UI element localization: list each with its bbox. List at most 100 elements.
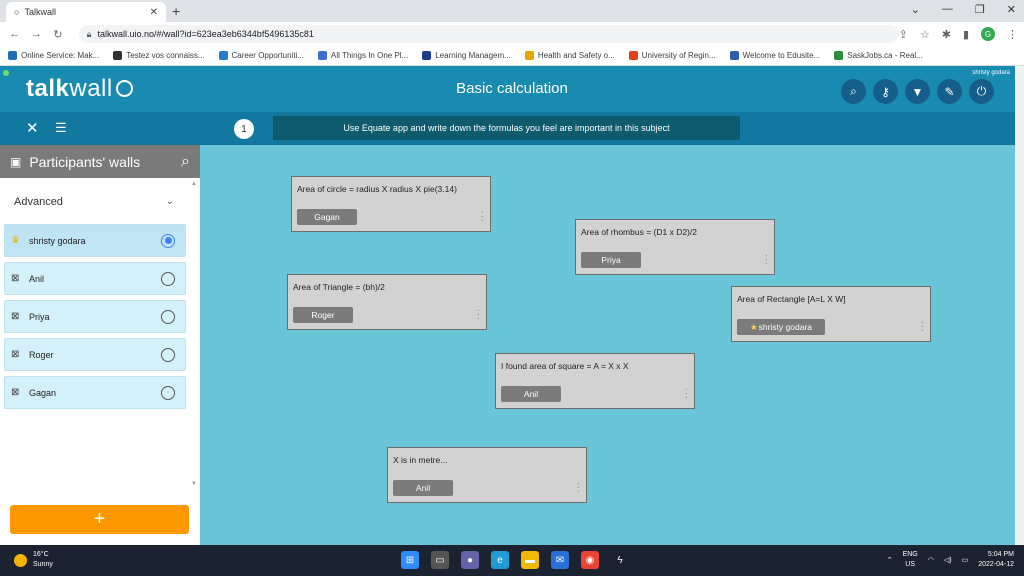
bookmark-item[interactable]: Career Opportuniti... <box>218 51 304 60</box>
weather-widget[interactable]: 16°C Sunny <box>14 550 53 570</box>
wall-note[interactable]: X is in metre... Anil · · · <box>387 447 587 503</box>
search-icon[interactable]: ⌕ <box>181 153 190 171</box>
speaker-icon[interactable]: ◁) <box>944 556 952 564</box>
new-tab-icon[interactable]: + <box>172 3 180 19</box>
forward-icon[interactable]: → <box>28 28 46 40</box>
participant-radio[interactable] <box>161 385 175 400</box>
star-icon[interactable]: ☆ <box>920 28 930 41</box>
note-author-name: Roger <box>311 310 335 320</box>
wall-note[interactable]: Area of Triangle = (bh)/2 Roger · · · <box>287 274 487 330</box>
drag-handle-icon[interactable]: · · · <box>921 318 924 336</box>
task-view-icon[interactable]: ▭ <box>431 551 449 569</box>
browser-tab[interactable]: ○ Talkwall ✕ <box>6 2 166 22</box>
bookmark-item[interactable]: Health and Safety o... <box>524 51 615 60</box>
profile-avatar[interactable]: G <box>981 27 996 41</box>
wifi-icon[interactable]: ◠ <box>928 556 934 564</box>
chevron-down-icon[interactable]: ⌄ <box>911 3 920 16</box>
restore-icon[interactable]: ❐ <box>975 3 985 16</box>
address-bar: ← → ↻ 🔒︎ talkwall.uio.no/#/wall?id=623ea… <box>0 22 1024 46</box>
wall-note[interactable]: Area of Rectangle [A=L X W] ★ shristy goda… <box>731 286 931 342</box>
note-author-tag[interactable]: Gagan <box>297 209 357 225</box>
note-author-tag[interactable]: Roger <box>293 307 353 323</box>
sidebar-header: ▣ Participants' walls ⌕ <box>0 145 200 178</box>
reload-icon[interactable]: ↻ <box>49 28 67 41</box>
zoom-icon[interactable]: ⌕ <box>841 79 866 104</box>
note-author-tag[interactable]: ★ shristy godara <box>737 319 825 335</box>
note-author-tag[interactable]: Priya <box>581 252 641 268</box>
participant-radio[interactable] <box>161 309 175 324</box>
participants-sidebar: ▣ Participants' walls ⌕ Advanced ⌄ ▲ ▼ ♛… <box>0 145 200 545</box>
page-scrollbar[interactable] <box>1015 66 1024 545</box>
user-name: shristy godara <box>972 70 1010 76</box>
bookmark-label: Welcome to Edusite... <box>742 51 821 60</box>
bookmark-item[interactable]: All Things In One Pl... <box>318 51 408 60</box>
drag-handle-icon[interactable]: · · · <box>765 251 768 269</box>
battery-icon[interactable]: ▭ <box>962 556 969 564</box>
bookmark-item[interactable]: SaskJobs.ca - Real... <box>834 51 923 60</box>
online-indicator <box>3 70 9 76</box>
drag-handle-icon[interactable]: · · · <box>577 479 580 497</box>
wall-note[interactable]: I found area of square = A = X x X Anil · ·… <box>495 353 695 409</box>
sun-icon <box>14 553 27 567</box>
sidebar-item-priya[interactable]: ⊠ Priya <box>4 300 186 333</box>
filter-dropdown[interactable]: Advanced ⌄ <box>14 196 174 208</box>
chat-icon[interactable]: ● <box>461 551 479 569</box>
chrome-icon[interactable]: ◉ <box>581 551 599 569</box>
participant-radio[interactable] <box>161 271 175 286</box>
participant-radio[interactable] <box>161 233 175 248</box>
add-message-button[interactable]: + <box>10 505 189 534</box>
share-icon[interactable]: ⇪ <box>899 28 908 41</box>
participant-radio[interactable] <box>161 347 175 362</box>
mail-icon[interactable]: ✉ <box>551 551 569 569</box>
drag-handle-icon[interactable]: · · · <box>477 306 480 324</box>
drag-handle-icon[interactable]: · · · <box>481 208 484 226</box>
bookmark-label: Testez vos connaiss... <box>126 51 205 60</box>
filter-value: Advanced <box>14 196 63 208</box>
edit-icon[interactable]: ✎ <box>937 79 962 104</box>
url-input[interactable]: 🔒︎ talkwall.uio.no/#/wall?id=623ea3eb634… <box>78 25 899 43</box>
sidebar-item-gagan[interactable]: ⊠ Gagan <box>4 376 186 409</box>
extensions-icon[interactable]: ✱ <box>942 28 951 41</box>
url-text: talkwall.uio.no/#/wall?id=623ea3eb6344bf… <box>97 29 314 39</box>
wall-note[interactable]: Area of rhombus = (D1 x D2)/2 Priya · · · <box>575 219 775 275</box>
note-author-tag[interactable]: Anil <box>393 480 453 496</box>
bookmark-item[interactable]: Online Service: Mak... <box>8 51 99 60</box>
bookmark-favicon-icon <box>628 51 638 60</box>
tab-title: Talkwall <box>24 7 56 17</box>
bookmark-item[interactable]: Learning Managem... <box>422 51 511 60</box>
sidebar-scrollbar[interactable]: ▲ ▼ <box>191 181 197 487</box>
sidebar-item-anil[interactable]: ⊠ Anil <box>4 262 186 295</box>
bookmark-item[interactable]: University of Regin... <box>628 51 716 60</box>
drag-handle-icon[interactable]: · · · <box>685 385 688 403</box>
bookmark-item[interactable]: Testez vos connaiss... <box>113 51 205 60</box>
bolt-icon[interactable]: ϟ <box>611 551 629 569</box>
minimize-icon[interactable]: — <box>942 3 953 16</box>
close-window-icon[interactable]: ✕ <box>1007 3 1016 16</box>
question-list-icon[interactable]: ☰ <box>55 120 67 136</box>
chevron-up-icon[interactable]: ⌃ <box>887 556 893 564</box>
close-tab-icon[interactable]: ✕ <box>150 7 158 18</box>
filter-icon[interactable]: ▼ <box>905 79 930 104</box>
sidebar-item-shristy-godara[interactable]: ♛ shristy godara <box>4 224 186 257</box>
bookmark-item[interactable]: Welcome to Edusite... <box>729 51 821 60</box>
bookmark-label: SaskJobs.ca - Real... <box>847 51 923 60</box>
language-indicator[interactable]: ENG US <box>903 550 918 570</box>
participant-name: shristy godara <box>29 235 86 246</box>
close-icon[interactable]: ✕ <box>26 119 39 137</box>
wall-icon: ⊠ <box>11 387 20 398</box>
sidepanel-icon[interactable]: ▮ <box>963 28 969 41</box>
windows-start-icon[interactable]: ⊞ <box>401 551 419 569</box>
note-author-tag[interactable]: Anil <box>501 386 561 402</box>
bookmark-favicon-icon <box>729 51 739 60</box>
clock[interactable]: 5:04 PM 2022-04-12 <box>978 550 1014 570</box>
more-menu-icon[interactable]: ⋮ <box>1007 28 1018 41</box>
edge-icon[interactable]: e <box>491 551 509 569</box>
bookmark-label: Learning Managem... <box>435 51 511 60</box>
sidebar-item-roger[interactable]: ⊠ Roger <box>4 338 186 371</box>
back-icon[interactable]: ← <box>6 28 24 40</box>
key-icon[interactable]: ⚷ <box>873 79 898 104</box>
logout-icon[interactable]: ⏻ <box>969 79 994 104</box>
wall-note[interactable]: Area of circle = radius X radius X pie(3… <box>291 176 491 232</box>
file-explorer-icon[interactable]: ▬ <box>521 551 539 569</box>
question-count-badge[interactable]: 1 <box>234 119 254 139</box>
